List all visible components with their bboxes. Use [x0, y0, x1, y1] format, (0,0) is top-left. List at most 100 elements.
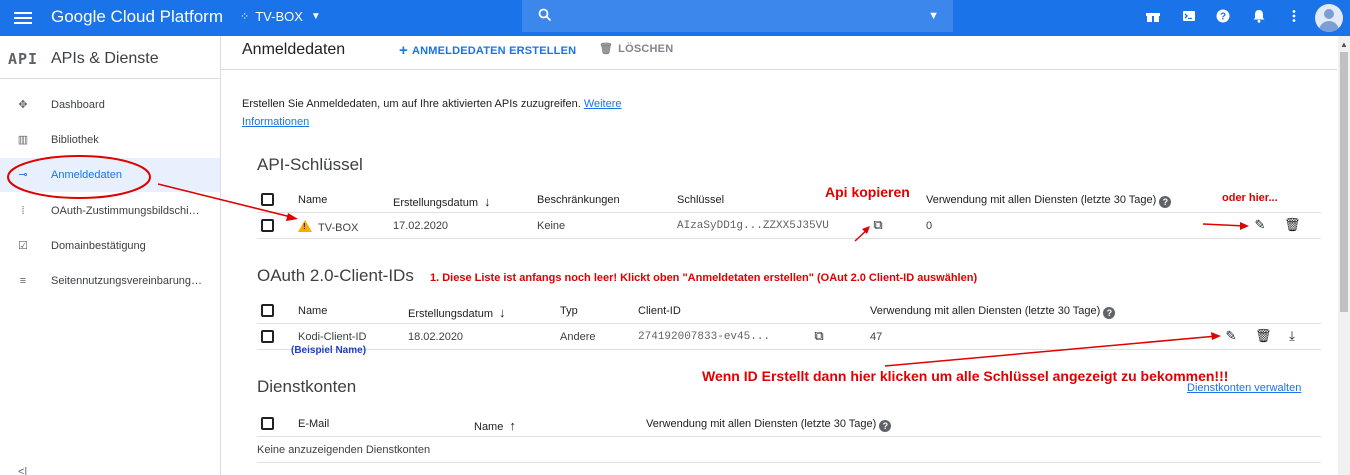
col-usage: Verwendung mit allen Diensten (letzte 30… [870, 305, 1116, 319]
col-client-id: Client-ID [638, 305, 681, 317]
trash-icon: 🗑 [599, 43, 614, 55]
empty-message: Keine anzuzeigenden Dienstkonten [257, 444, 431, 456]
plus-icon: + [399, 42, 408, 59]
dashboard-icon: ✥ [18, 99, 28, 111]
sidebar-item-label: OAuth-Zustimmungsbildschi… [51, 205, 200, 217]
project-selector[interactable]: ⁘ TV-BOX ▼ [240, 9, 321, 24]
more-icon[interactable] [1286, 9, 1302, 25]
api-keys-title: API-Schlüssel [257, 155, 363, 174]
settings-list-icon: ≡ [19, 275, 27, 287]
sidebar-item-domain[interactable]: ☑ Domainbestätigung [0, 229, 220, 263]
row-checkbox[interactable] [261, 219, 274, 232]
col-usage-label: Verwendung mit allen Diensten (letzte 30… [926, 194, 1157, 206]
oauth-client-name[interactable]: Kodi-Client-ID [298, 331, 366, 343]
trash-icon[interactable]: 🗑 [1255, 329, 1272, 343]
api-key-name[interactable]: ! TV-BOX [298, 220, 358, 234]
search-input[interactable]: ▼ [522, 0, 953, 32]
sidebar-item-oauth-consent[interactable]: ⁞ OAuth-Zustimmungsbildschi… [0, 194, 220, 228]
sidebar-item-anmeldedaten[interactable]: ⊸ Anmeldedaten [0, 158, 220, 192]
help-icon[interactable]: ? [1215, 9, 1231, 25]
annotation-click-note: Wenn ID Erstellt dann hier klicken um al… [702, 368, 1229, 384]
col-date-label: Erstellungsdatum [408, 308, 493, 320]
api-keys-header: Name Erstellungsdatum ↓ Beschränkungen Sc… [257, 187, 1321, 213]
edit-icon[interactable]: ✎ [1224, 329, 1238, 343]
sidebar-item-label: Domainbestätigung [51, 240, 146, 252]
service-accounts-title: Dienstkonten [257, 377, 357, 396]
top-app-bar: Google Cloud Platform ⁘ TV-BOX ▼ ▼ ? [0, 0, 1350, 36]
learn-more-link[interactable]: Weitere [584, 98, 622, 110]
consent-icon: ⁞ [21, 205, 25, 217]
api-key-date: 17.02.2020 [393, 220, 449, 232]
annotation-api-copy: Api kopieren [825, 184, 910, 200]
scrollbar[interactable]: ▲ [1338, 36, 1350, 475]
gift-icon[interactable] [1145, 9, 1161, 25]
oauth-client-type: Andere [560, 331, 596, 343]
page-title: Anmeldedaten [242, 41, 346, 58]
create-credentials-button[interactable]: + ANMELDEDATEN ERSTELLEN [399, 42, 576, 59]
col-date-label: Erstellungsdatum [393, 197, 478, 209]
help-icon[interactable]: ? [1103, 307, 1116, 319]
select-all-checkbox[interactable] [261, 193, 274, 206]
oauth-client-date: 18.02.2020 [408, 331, 464, 343]
trash-icon[interactable]: 🗑 [1284, 218, 1301, 232]
annotation-example-name: (Beispiel Name) [291, 345, 367, 356]
col-date[interactable]: Erstellungsdatum ↓ [408, 305, 506, 320]
collapse-sidebar-button[interactable]: <| [18, 466, 27, 475]
avatar[interactable] [1315, 4, 1343, 32]
copy-icon[interactable]: ⧉ [812, 329, 826, 343]
sidebar-item-dashboard[interactable]: ✥ Dashboard [0, 88, 220, 122]
sidebar-item-label: Dashboard [51, 99, 105, 111]
oauth-header: Name Erstellungsdatum ↓ Typ Client-ID Ver… [257, 298, 1321, 324]
arrow-down-icon: ↓ [484, 194, 491, 209]
col-usage: Verwendung mit allen Diensten (letzte 30… [926, 194, 1172, 208]
row-checkbox[interactable] [261, 330, 274, 343]
chevron-down-icon[interactable]: ▼ [928, 10, 939, 22]
col-usage-label: Verwendung mit allen Diensten (letzte 30… [870, 305, 1101, 317]
col-name[interactable]: Name ↑ [474, 418, 516, 433]
select-all-checkbox[interactable] [261, 304, 274, 317]
help-icon[interactable]: ? [1159, 196, 1172, 208]
sidebar-item-bibliothek[interactable]: ▥ Bibliothek [0, 123, 220, 157]
project-name: TV-BOX [255, 9, 303, 24]
help-icon[interactable]: ? [879, 420, 892, 432]
sidebar-item-label: Bibliothek [51, 134, 99, 146]
key-icon: ⊸ [18, 169, 28, 181]
sidebar-item-label: Anmeldedaten [51, 169, 122, 181]
svg-text:?: ? [1220, 12, 1226, 23]
arrow-down-icon: ↓ [499, 305, 506, 320]
col-type: Typ [560, 305, 578, 317]
col-date[interactable]: Erstellungsdatum ↓ [393, 194, 491, 209]
edit-icon[interactable]: ✎ [1253, 218, 1267, 232]
learn-more-link-2[interactable]: Informationen [242, 116, 309, 128]
select-all-checkbox[interactable] [261, 417, 274, 430]
annotation-list-note: 1. Diese Liste ist anfangs noch leer! Kl… [430, 272, 978, 284]
service-accounts-header: E-Mail Name ↑ Verwendung mit allen Dienst… [257, 411, 1321, 437]
brand-title[interactable]: Google Cloud Platform [51, 7, 223, 27]
checkbox-icon: ☑ [18, 240, 28, 252]
chevron-down-icon: ▼ [310, 11, 321, 22]
download-icon[interactable]: ⤓ [1285, 329, 1299, 343]
col-key: Schlüssel [677, 194, 725, 206]
sidebar: API APIs & Dienste ✥ Dashboard ▥ Bibliot… [0, 36, 221, 475]
sidebar-title: APIs & Dienste [51, 50, 159, 67]
menu-icon[interactable] [14, 9, 32, 27]
bell-icon[interactable] [1251, 9, 1267, 25]
sidebar-item-page-usage[interactable]: ≡ Seitennutzungsvereinbarung… [0, 264, 220, 298]
api-logo: API [8, 50, 39, 68]
main-content: Anmeldedaten + ANMELDEDATEN ERSTELLEN 🗑 LÖ… [221, 36, 1337, 475]
page-header: Anmeldedaten + ANMELDEDATEN ERSTELLEN 🗑 LÖ… [221, 36, 1337, 70]
copy-icon[interactable]: ⧉ [871, 218, 885, 232]
api-key-name-text: TV-BOX [318, 222, 359, 234]
sidebar-item-label: Seitennutzungsvereinbarung… [51, 275, 203, 287]
intro-sentence: Erstellen Sie Anmeldedaten, um auf Ihre … [242, 98, 584, 110]
empty-row: Keine anzuzeigenden Dienstkonten [257, 437, 1321, 463]
project-icon: ⁘ [240, 11, 250, 23]
delete-button[interactable]: 🗑 LÖSCHEN [599, 42, 673, 55]
annotation-or-here: oder hier... [1222, 192, 1278, 204]
arrow-up-icon: ↑ [509, 418, 516, 433]
table-row: ! TV-BOX 17.02.2020 Keine AIzaSyDD1g...ZZ… [257, 213, 1321, 239]
col-restrictions: Beschränkungen [537, 194, 620, 206]
table-row: Kodi-Client-ID 18.02.2020 Andere 2741920… [257, 324, 1321, 350]
col-name-label: Name [474, 421, 504, 433]
terminal-icon[interactable] [1181, 9, 1197, 25]
